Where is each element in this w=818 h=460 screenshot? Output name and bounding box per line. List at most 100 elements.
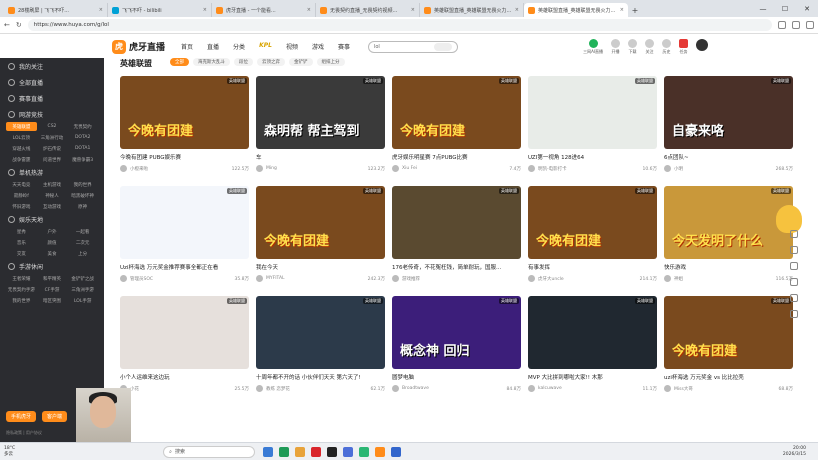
nav-6[interactable]: 赛事 xyxy=(338,42,350,51)
sidebar-tag[interactable]: LOL云顶 xyxy=(6,133,37,142)
sidebar-tag[interactable]: CF手游 xyxy=(37,285,68,294)
live-thumbnail[interactable]: 英雄联盟 概念神 回归 xyxy=(392,296,521,369)
sidebar-tag[interactable]: 魔兽争霸3 xyxy=(67,155,98,164)
system-clock[interactable]: 20:00 2026/3/15 xyxy=(783,446,814,458)
sidebar-tag[interactable]: 三角洲手游 xyxy=(67,285,98,294)
browser-tab[interactable]: 飞飞不吓 - bilibili × xyxy=(108,3,212,17)
app-icon[interactable] xyxy=(790,230,798,238)
live-card[interactable]: 英雄联盟 今晚有团建 有事发挥 虎牙大uncle 214.1万 xyxy=(528,186,657,289)
live-thumbnail[interactable]: 英雄联盟 今晚有团建 xyxy=(664,296,793,369)
sidebar-tag[interactable]: 王者荣耀 xyxy=(6,274,37,283)
edge-browser-icon[interactable] xyxy=(279,446,290,457)
live-card[interactable]: 英雄联盟 今晚有团建 我在今天 MYFITAL 242.3万 xyxy=(256,186,385,289)
filter-tag[interactable]: 段位 xyxy=(234,58,253,66)
filter-tag[interactable]: 组排上分 xyxy=(316,58,345,66)
sidebar-tag[interactable]: 我的世界 xyxy=(6,296,37,305)
live-thumbnail[interactable]: 英雄联盟 xyxy=(256,296,385,369)
sidebar-tag[interactable]: 战争雷霆 xyxy=(6,155,37,164)
live-thumbnail[interactable]: 英雄联盟 今晚有团建 xyxy=(256,186,385,259)
site-search-input[interactable]: lol xyxy=(367,40,458,53)
sidebar-tag[interactable]: 颜值 xyxy=(37,238,68,247)
extensions-icon[interactable] xyxy=(778,21,786,29)
sidebar-tag[interactable]: 美食 xyxy=(37,249,68,258)
avatar[interactable] xyxy=(696,38,708,55)
profile-icon[interactable] xyxy=(806,21,814,29)
sidebar-item-follow[interactable]: 我的关注 xyxy=(0,58,104,74)
back-icon[interactable]: ← xyxy=(4,21,10,29)
sidebar-item-single[interactable]: 单机热游 xyxy=(0,164,104,180)
user-tool-2[interactable]: 下载 xyxy=(628,38,637,55)
feedback-icon[interactable] xyxy=(790,278,798,286)
client-button[interactable]: 客户端 xyxy=(42,411,68,422)
sidebar-tag[interactable]: CS2 xyxy=(37,122,68,131)
streamer-avatar[interactable] xyxy=(664,275,671,282)
nav-4[interactable]: 视频 xyxy=(286,42,298,51)
sidebar-item-events[interactable]: 赛事直播 xyxy=(0,90,104,106)
live-card[interactable]: 英雄联盟 自豪来咯 6点团队~ 小明 268.5万 xyxy=(664,76,793,179)
live-title[interactable]: Uzi杯海选 万元奖金推荐赛事全都正在看 xyxy=(120,263,249,271)
chrome-icon[interactable] xyxy=(343,446,354,457)
favorites-icon[interactable] xyxy=(792,21,800,29)
streamer-avatar[interactable] xyxy=(256,385,263,392)
download-icon[interactable] xyxy=(790,262,798,270)
nav-0[interactable]: 首页 xyxy=(181,42,193,51)
live-thumbnail[interactable]: 英雄联盟 xyxy=(120,186,249,259)
browser-tab[interactable]: 英雄联盟直播_英雄联盟无畏火力... × xyxy=(524,3,628,17)
live-card[interactable]: 英雄联盟 MVP 大比拼到哪啦大家!! 木那 kalcuwave 11.1万 xyxy=(528,296,657,399)
browser-tab[interactable]: 28楼刷屏 | 飞飞不吓... × xyxy=(4,3,108,17)
sidebar-tag[interactable]: 交友 xyxy=(6,249,37,258)
live-title[interactable]: uzi杯海选 万元奖金 vs 比比拉壳 xyxy=(664,373,793,381)
filter-tag[interactable]: 全部 xyxy=(170,58,189,66)
sidebar-tag[interactable]: 户外 xyxy=(37,227,68,236)
live-thumbnail[interactable]: 英雄联盟 xyxy=(528,296,657,369)
sidebar-tag[interactable]: 上分 xyxy=(67,249,98,258)
streamer-avatar[interactable] xyxy=(392,275,399,282)
live-title[interactable]: MVP 大比拼到哪啦大家!! 木那 xyxy=(528,373,657,381)
sidebar-tag[interactable]: 寂静岭f xyxy=(6,191,37,200)
tab-close-icon[interactable]: × xyxy=(620,7,624,13)
live-thumbnail[interactable]: 英雄联盟 今天发明了什么 xyxy=(664,186,793,259)
streamer-avatar[interactable] xyxy=(528,385,535,392)
live-title[interactable]: UZI第一视角 128进64 xyxy=(528,153,657,161)
broadcast-icon[interactable] xyxy=(790,246,798,254)
user-tool-4[interactable]: 历史 xyxy=(662,38,671,55)
sidebar-tag[interactable]: 一起看 xyxy=(67,227,98,236)
live-card[interactable]: 英雄联盟 森明帮 帮主驾到车 Ming 123.2万 xyxy=(256,76,385,179)
live-title[interactable]: 今晚有团建 PUBG娱乐赛 xyxy=(120,153,249,161)
weather-widget[interactable]: 18°C 多云 xyxy=(4,446,15,458)
sidebar-tag[interactable]: DOTA1 xyxy=(67,144,98,153)
mobile-app-button[interactable]: 手机虎牙 xyxy=(6,411,37,422)
user-tool-0[interactable]: 三网AI直播 xyxy=(583,38,603,55)
live-title[interactable]: 小个人运维来这边玩 xyxy=(120,373,249,381)
qq-icon[interactable] xyxy=(391,446,402,457)
streamer-avatar[interactable] xyxy=(528,165,535,172)
netease-icon[interactable] xyxy=(311,446,322,457)
live-title[interactable]: 有事发挥 xyxy=(528,263,657,271)
sidebar-item-mobile[interactable]: 手游休闲 xyxy=(0,258,104,274)
refresh-icon[interactable]: ↻ xyxy=(16,21,22,29)
streamer-name[interactable]: MYFITAL xyxy=(266,276,285,281)
streamer-name[interactable]: 明凯-电影打卡 xyxy=(538,166,567,172)
streamer-avatar[interactable] xyxy=(120,165,127,172)
sidebar-tag[interactable]: LOL手游 xyxy=(67,296,98,305)
live-title[interactable]: 快乐游戏 xyxy=(664,263,793,271)
url-field[interactable]: https://www.huya.com/g/lol xyxy=(27,19,772,31)
user-tool-5[interactable]: 任务 xyxy=(679,38,688,55)
live-card[interactable]: 英雄联盟 今天发明了什么 快乐游戏 神姐 116.5万 xyxy=(664,186,793,289)
sidebar-tag[interactable]: 三角洲行动 xyxy=(37,133,68,142)
tab-close-icon[interactable]: × xyxy=(203,7,207,13)
sidebar-item-all[interactable]: 全部直播 xyxy=(0,74,104,90)
tab-close-icon[interactable]: × xyxy=(99,7,103,13)
live-card[interactable]: 英雄联盟 小个人运维来这边玩 小花 25.5万 xyxy=(120,296,249,399)
streamer-avatar[interactable] xyxy=(120,275,127,282)
nav-5[interactable]: 游戏 xyxy=(312,42,324,51)
sidebar-tag[interactable]: 主机游戏 xyxy=(37,180,68,189)
live-thumbnail[interactable]: 英雄联盟 自豪来咯 xyxy=(664,76,793,149)
sidebar-tag[interactable]: 暗黑破坏神 xyxy=(67,191,98,200)
streamer-name[interactable]: Miss大哥 xyxy=(674,386,693,392)
streamer-avatar[interactable] xyxy=(256,275,263,282)
live-thumbnail[interactable]: 英雄联盟 今晚有团建 xyxy=(528,186,657,259)
live-title[interactable]: 圆梦电脑 xyxy=(392,373,521,381)
sidebar-tag[interactable]: DOTA2 xyxy=(67,133,98,142)
filter-tag[interactable]: 云顶之弈 xyxy=(257,58,285,66)
